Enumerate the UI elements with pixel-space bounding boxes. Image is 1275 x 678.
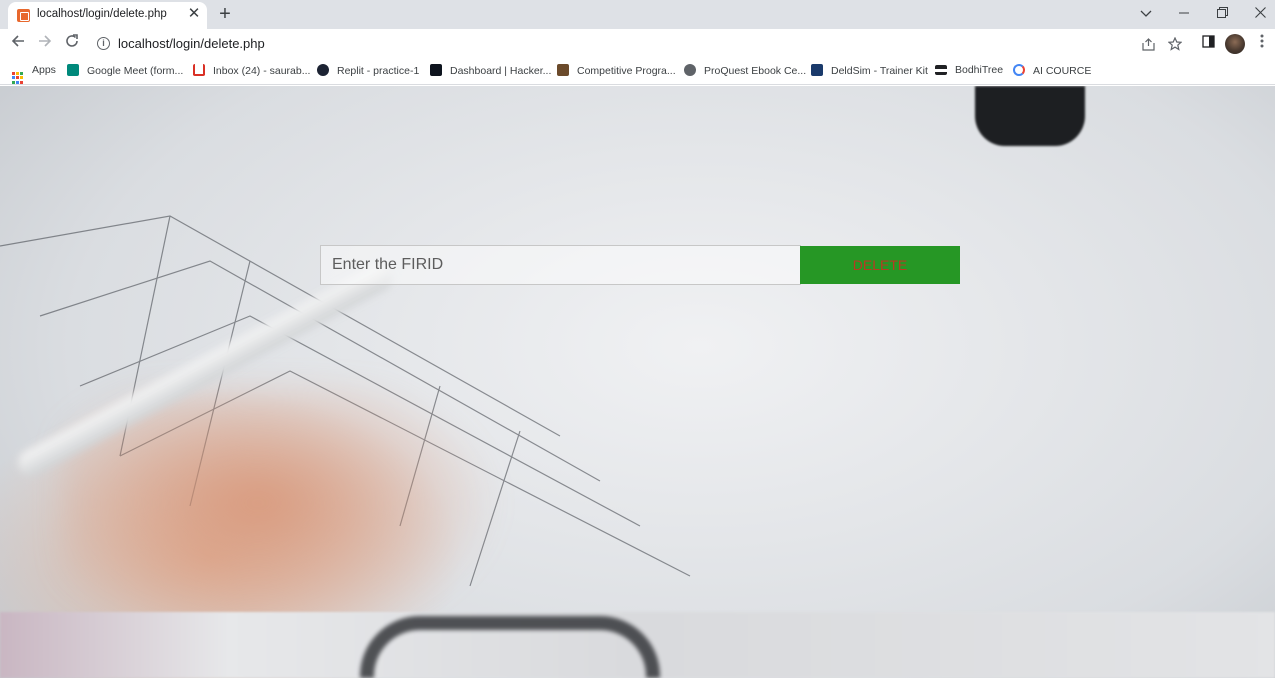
replit-icon (317, 64, 329, 76)
bookmark-google-meet[interactable]: Google Meet (form... (67, 64, 183, 80)
browser-tab-active[interactable]: localhost/login/delete.php ✕ (8, 2, 207, 29)
browser-toolbar: i localhost/login/delete.php (0, 29, 1275, 58)
bookmark-proquest[interactable]: ProQuest Ebook Ce... (684, 64, 806, 80)
browser-menu-icon[interactable] (1250, 32, 1274, 56)
graduation-cap-icon (935, 65, 947, 75)
bookmark-replit[interactable]: Replit - practice-1 (317, 64, 419, 80)
bookmark-inbox[interactable]: Inbox (24) - saurab... (193, 64, 310, 80)
apps-grid-icon (12, 72, 24, 84)
site-info-icon[interactable]: i (97, 37, 110, 50)
codechef-icon (557, 64, 569, 76)
side-panel-icon[interactable] (1196, 32, 1220, 56)
close-window-button[interactable] (1245, 2, 1275, 24)
bookmark-bodhitree[interactable]: BodhiTree (935, 64, 1003, 80)
forward-arrow-icon[interactable] (33, 32, 57, 56)
gmail-icon (193, 64, 205, 76)
delete-form: DELETE (320, 245, 961, 285)
bookmarks-bar: Apps Google Meet (form... Inbox (24) - s… (0, 58, 1275, 85)
reload-icon[interactable] (60, 32, 84, 56)
google-icon (1013, 64, 1025, 76)
deldsim-icon (811, 64, 823, 76)
google-meet-icon (67, 64, 79, 76)
bookmark-label: AI COURCE (1033, 65, 1092, 77)
xampp-favicon-icon (17, 9, 30, 22)
bookmark-label: Dashboard | Hacker... (450, 65, 552, 77)
tab-title: localhost/login/delete.php (37, 8, 167, 20)
firid-input[interactable] (320, 245, 801, 285)
globe-icon (684, 64, 696, 76)
tab-search-chevron-icon[interactable] (1131, 2, 1161, 24)
bookmark-label: ProQuest Ebook Ce... (704, 65, 807, 77)
share-icon[interactable] (1137, 35, 1159, 57)
bookmark-hackerrank[interactable]: Dashboard | Hacker... (430, 64, 551, 80)
url-text[interactable]: localhost/login/delete.php (118, 36, 265, 51)
restore-window-button[interactable] (1207, 2, 1237, 24)
bookmark-label: DeldSim - Trainer Kit (831, 65, 928, 77)
back-arrow-icon[interactable] (6, 32, 30, 56)
new-tab-button[interactable]: + (214, 4, 236, 24)
minimize-window-button[interactable] (1169, 2, 1199, 24)
clipboard-clip (975, 86, 1085, 146)
bookmark-codechef[interactable]: Competitive Progra... (557, 64, 676, 80)
address-bar[interactable]: i localhost/login/delete.php (90, 32, 1196, 56)
bookmark-label: Replit - practice-1 (337, 65, 420, 77)
page-viewport: DELETE (0, 86, 1275, 678)
bookmark-label: Competitive Progra... (577, 65, 676, 77)
bookmark-deldsim[interactable]: DeldSim - Trainer Kit (811, 64, 928, 80)
bookmark-apps[interactable]: Apps (12, 64, 56, 84)
glasses-frame (360, 616, 660, 678)
hackerrank-icon (430, 64, 442, 76)
bookmark-label: Google Meet (form... (87, 65, 184, 77)
bookmark-star-icon[interactable] (1164, 35, 1186, 57)
tab-strip: localhost/login/delete.php ✕ + (0, 0, 1275, 29)
bookmark-label: BodhiTree (955, 64, 1004, 76)
bookmark-label: Inbox (24) - saurab... (213, 65, 311, 77)
bookmark-label: Apps (32, 64, 56, 76)
delete-button[interactable]: DELETE (800, 246, 960, 284)
bookmark-ai-cource[interactable]: AI COURCE (1013, 64, 1091, 80)
tab-close-icon[interactable]: ✕ (186, 6, 202, 22)
profile-avatar[interactable] (1223, 32, 1247, 56)
